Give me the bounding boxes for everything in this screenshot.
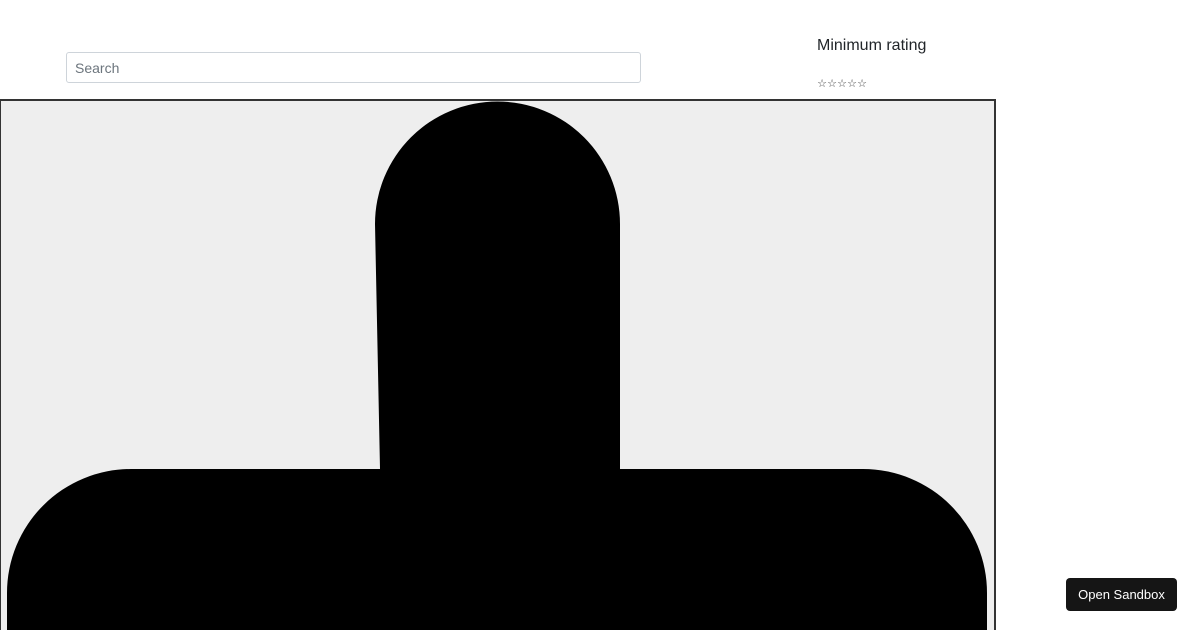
open-sandbox-button[interactable]: Open Sandbox: [1066, 578, 1177, 611]
star-icon[interactable]: ☆: [827, 78, 837, 90]
star-icon[interactable]: ☆: [837, 78, 847, 90]
search-input[interactable]: [66, 52, 641, 83]
star-rating-selector: ☆ ☆ ☆ ☆ ☆: [817, 78, 1017, 90]
search-container: [66, 52, 641, 83]
product-image: [0, 99, 996, 630]
product-shape: [7, 101, 987, 630]
rating-filter-label: Minimum rating: [817, 37, 927, 54]
star-icon[interactable]: ☆: [817, 78, 827, 90]
star-icon[interactable]: ☆: [847, 78, 857, 90]
rating-filter: Minimum rating ☆ ☆ ☆ ☆ ☆: [817, 36, 1017, 90]
star-icon[interactable]: ☆: [857, 78, 867, 90]
page: Minimum rating ☆ ☆ ☆ ☆ ☆ Open Sandbox: [0, 0, 1200, 630]
